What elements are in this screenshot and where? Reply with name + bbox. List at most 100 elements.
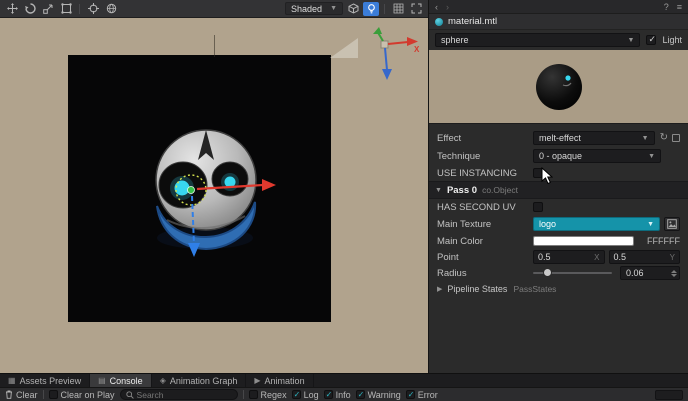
radius-value: 0.06 [626, 268, 644, 278]
point-row: Point 0.5 X 0.5 Y [429, 249, 688, 265]
rect-icon [60, 3, 72, 14]
point-x-value: 0.5 [538, 252, 551, 262]
warning-checkbox[interactable] [355, 390, 365, 399]
point-y-input[interactable]: 0.5 Y [608, 250, 680, 264]
clear-button[interactable]: Clear [5, 390, 38, 400]
main-texture-dropdown[interactable]: logo ▼ [533, 217, 660, 231]
regex-filter-toggle[interactable]: Regex [248, 390, 287, 400]
clear-on-play-checkbox[interactable] [48, 390, 58, 399]
rotate-tool-button[interactable] [22, 2, 38, 16]
effect-row: Effect melt-effect ▼ ↻ [429, 129, 688, 147]
preview-sphere [535, 63, 582, 110]
log-filter-toggle[interactable]: Log [291, 390, 319, 400]
radius-slider[interactable] [533, 266, 612, 280]
effect-dropdown[interactable]: melt-effect ▼ [533, 131, 655, 145]
scale-tool-button[interactable] [40, 2, 56, 16]
technique-dropdown[interactable]: 0 - opaque ▼ [533, 149, 661, 163]
main-texture-row: Main Texture logo ▼ [429, 215, 688, 233]
console-search-box[interactable] [119, 389, 238, 400]
texture-picker-button[interactable] [664, 217, 680, 231]
tab-animation[interactable]: ▶ Animation [246, 374, 314, 387]
gizmo-center-handle[interactable] [187, 186, 195, 194]
material-properties: Effect melt-effect ▼ ↻ Technique 0 - opa… [429, 124, 688, 297]
scene-panel: Shaded ▼ X [0, 0, 428, 373]
has-second-uv-checkbox[interactable] [533, 202, 543, 212]
error-checkbox[interactable] [405, 390, 415, 399]
maximize-view-button[interactable] [408, 2, 424, 16]
use-instancing-checkbox[interactable] [533, 168, 543, 178]
inspector-panel: ‹ › ? ≡ material.mtl sphere ▼ Light [428, 0, 688, 373]
menu-icon[interactable]: ≡ [677, 2, 682, 12]
scene-viewport[interactable]: X [0, 18, 428, 373]
grid-toggle-button[interactable] [390, 2, 406, 16]
orientation-gizmo[interactable]: X [370, 26, 424, 84]
error-label: Error [417, 389, 438, 400]
console-search-input[interactable] [136, 389, 223, 400]
tab-assets-preview[interactable]: ▦ Assets Preview [0, 374, 91, 387]
chevron-down-icon: ▼ [648, 152, 655, 160]
plane-edge-highlight [330, 38, 358, 58]
info-filter-toggle[interactable]: Info [323, 390, 351, 400]
editor-window: Shaded ▼ X ‹ › ? ≡ material.mtl sphere ▼… [0, 0, 688, 401]
console-extra-field[interactable] [655, 389, 683, 400]
axis-z-arrow[interactable] [384, 47, 388, 71]
sphere-texture-eye [564, 74, 571, 81]
tab-console[interactable]: ▤ Console [90, 374, 152, 387]
material-icon [435, 17, 443, 26]
rect-tool-button[interactable] [58, 2, 74, 16]
stepper-icon[interactable] [671, 269, 677, 277]
forward-icon[interactable]: › [446, 2, 449, 12]
animation-graph-icon: ◈ [159, 376, 166, 385]
move-icon [6, 3, 18, 14]
clear-on-play-toggle[interactable]: Clear on Play [48, 390, 115, 400]
pivot-toggle-button[interactable] [85, 2, 101, 16]
shading-mode-dropdown[interactable]: Shaded ▼ [285, 2, 343, 15]
pipeline-states-row[interactable]: ▶ Pipeline States PassStates [429, 281, 688, 297]
main-color-row: Main Color FFFFFF [429, 233, 688, 249]
info-checkbox[interactable] [323, 390, 333, 399]
lighting-toggle-button[interactable] [363, 1, 379, 16]
shading-mode-value: Shaded [291, 3, 323, 14]
skull-sprite[interactable] [105, 108, 315, 278]
regex-checkbox[interactable] [248, 390, 258, 399]
point-label: Point [437, 251, 459, 263]
radius-row: Radius 0.06 [429, 265, 688, 281]
radius-input[interactable]: 0.06 [620, 266, 680, 280]
tab-animation-graph[interactable]: ◈ Animation Graph [152, 374, 247, 387]
material-preview[interactable] [429, 50, 688, 124]
main-texture-value: logo [539, 219, 557, 229]
slider-thumb[interactable] [543, 268, 553, 277]
view-2d-toggle-button[interactable] [345, 2, 361, 16]
inspector-header: material.mtl [429, 14, 688, 30]
help-icon[interactable]: ? [664, 2, 669, 12]
point-x-input[interactable]: 0.5 X [533, 250, 605, 264]
warning-filter-toggle[interactable]: Warning [355, 389, 401, 400]
trash-icon [6, 390, 12, 399]
scene-axis-line [214, 35, 215, 57]
chevron-down-icon: ▼ [330, 5, 337, 12]
bottom-tabs-bar: ▦ Assets Preview ▤ Console ◈ Animation G… [0, 373, 688, 387]
gizmo-z-arrowhead[interactable] [188, 243, 200, 257]
gizmo-origin-cube [380, 40, 389, 49]
move-tool-button[interactable] [4, 2, 20, 16]
main-color-swatch[interactable] [533, 236, 634, 246]
pass0-section-header[interactable]: ▼ Pass 0 co.Object [429, 181, 688, 199]
refresh-icon[interactable]: ↻ [660, 133, 668, 143]
search-icon [125, 390, 134, 399]
grid-icon [393, 3, 403, 14]
use-instancing-row: USE INSTANCING [429, 165, 688, 181]
light-checkbox[interactable] [646, 34, 657, 45]
pipeline-states-label: Pipeline States [447, 284, 508, 294]
copy-icon[interactable] [672, 134, 680, 142]
console-separator [242, 390, 244, 399]
preview-mesh-dropdown[interactable]: sphere ▼ [435, 33, 641, 47]
axis-x-arrow[interactable] [387, 41, 409, 45]
log-checkbox[interactable] [291, 390, 301, 399]
error-filter-toggle[interactable]: Error [405, 389, 438, 400]
console-toolbar: Clear Clear on Play Regex Log Info Warni… [0, 387, 688, 401]
space-toggle-button[interactable] [103, 2, 119, 16]
back-icon[interactable]: ‹ [435, 2, 438, 12]
warning-label: Warning [367, 389, 401, 400]
asset-title: material.mtl [448, 16, 498, 27]
gizmo-x-arrowhead[interactable] [262, 179, 276, 191]
